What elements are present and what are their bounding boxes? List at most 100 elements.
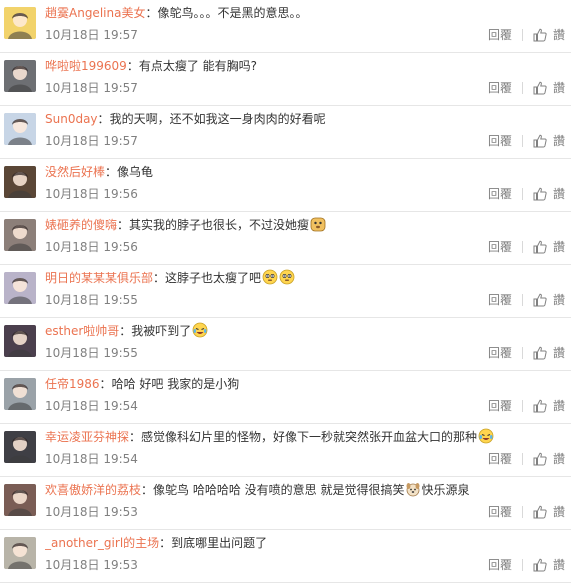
comment-actions: 回覆 讚 [488,184,565,204]
thumbs-up-icon [533,187,547,201]
username-link[interactable]: 趙霙Angelina美女 [45,6,145,20]
like-button[interactable]: 讚 [533,131,565,151]
username-link[interactable]: _another_girl的主场 [45,536,159,550]
colon: ： [129,430,142,444]
comment-item: 任帝1986：哈哈 好吧 我家的是小狗 10月18日 19:54 回覆 讚 [0,371,571,424]
avatar[interactable] [4,113,36,145]
reply-button[interactable]: 回覆 [488,78,512,98]
like-label: 讚 [552,240,565,254]
thumbs-up-icon [533,452,547,466]
comment-body: _another_girl的主场：到底哪里出问题了 [45,533,561,553]
comment-text: 像鸵鸟 哈哈哈哈 没有喷的意思 就是觉得很搞笑 [153,483,405,497]
comment-actions: 回覆 讚 [488,78,565,98]
colon: ： [117,218,130,232]
reply-button[interactable]: 回覆 [488,131,512,151]
comment-item: 没然后好棒：像乌龟 10月18日 19:56 回覆 讚 [0,159,571,212]
username-link[interactable]: 幸运凌亚芬神探 [45,430,129,444]
divider [521,188,523,200]
like-button[interactable]: 讚 [533,502,565,522]
like-button[interactable]: 讚 [533,449,565,469]
like-label: 讚 [552,452,565,466]
divider [521,400,523,412]
comment-body: esther啦帅哥：我被吓到了 [45,321,561,341]
comment-time: 10月18日 19:56 [45,187,138,201]
reply-button[interactable]: 回覆 [488,343,512,363]
username-link[interactable]: 婊砸养的傻嗨 [45,218,117,232]
comment-text-after: 快乐源泉 [421,483,470,497]
avatar[interactable] [4,7,36,39]
reply-button[interactable]: 回覆 [488,25,512,45]
comment-text: 感觉像科幻片里的怪物，好像下一秒就突然张开血盆大口的那种 [141,430,478,444]
username-link[interactable]: 哗啦啦199609 [45,59,127,73]
reply-button[interactable]: 回覆 [488,449,512,469]
comment-body: 幸运凌亚芬神探：感觉像科幻片里的怪物，好像下一秒就突然张开血盆大口的那种 [45,427,561,447]
divider [521,559,523,571]
comment-text: 到底哪里出问题了 [171,536,268,550]
thumbs-up-icon [533,346,547,360]
colon: ： [159,536,172,550]
comment-time: 10月18日 19:54 [45,399,138,413]
avatar[interactable] [4,537,36,569]
comment-actions: 回覆 讚 [488,449,565,469]
like-label: 讚 [552,28,565,42]
colon: ： [153,271,166,285]
thumbs-up-icon [533,81,547,95]
like-label: 讚 [552,346,565,360]
colon: ： [141,483,154,497]
comment-time: 10月18日 19:57 [45,81,138,95]
like-button[interactable]: 讚 [533,555,565,575]
comment-text: 像乌龟 [117,165,154,179]
thumbs-up-icon [533,240,547,254]
comment-text: 我被吓到了 [131,324,192,338]
avatar[interactable] [4,60,36,92]
colon: ： [105,165,118,179]
comment-body: 趙霙Angelina美女：像鸵鸟。。。不是黑的意思。。 [45,3,561,23]
like-button[interactable]: 讚 [533,237,565,257]
comment-actions: 回覆 讚 [488,396,565,416]
thumbs-up-icon [533,505,547,519]
avatar[interactable] [4,378,36,410]
thumbs-up-icon [533,293,547,307]
colon: ： [97,112,110,126]
comment-time: 10月18日 19:56 [45,240,138,254]
reply-button[interactable]: 回覆 [488,237,512,257]
like-button[interactable]: 讚 [533,290,565,310]
comment-time: 10月18日 19:55 [45,293,138,307]
comment-body: 婊砸养的傻嗨：其实我的脖子也很长，不过没她瘦 [45,215,561,235]
comment-time: 10月18日 19:57 [45,134,138,148]
username-link[interactable]: 任帝1986 [45,377,100,391]
avatar[interactable] [4,325,36,357]
like-button[interactable]: 讚 [533,184,565,204]
like-button[interactable]: 讚 [533,343,565,363]
reply-button[interactable]: 回覆 [488,555,512,575]
like-button[interactable]: 讚 [533,396,565,416]
reply-button[interactable]: 回覆 [488,290,512,310]
avatar[interactable] [4,431,36,463]
reply-button[interactable]: 回覆 [488,184,512,204]
username-link[interactable]: Sun0day [45,112,98,126]
comment-body: 没然后好棒：像乌龟 [45,162,561,182]
avatar[interactable] [4,166,36,198]
username-link[interactable]: 明日的某某某俱乐部 [45,271,153,285]
avatar[interactable] [4,272,36,304]
like-button[interactable]: 讚 [533,25,565,45]
like-label: 讚 [552,399,565,413]
comment-body: 任帝1986：哈哈 好吧 我家的是小狗 [45,374,561,394]
comment-list: 趙霙Angelina美女：像鸵鸟。。。不是黑的意思。。 10月18日 19:57 回… [0,0,571,583]
colon: ： [145,6,158,20]
comment-actions: 回覆 讚 [488,25,565,45]
avatar[interactable] [4,484,36,516]
reply-button[interactable]: 回覆 [488,396,512,416]
comment-item: 哗啦啦199609：有点太瘦了 能有胸吗? 10月18日 19:57 回覆讚 [0,53,571,106]
username-link[interactable]: 没然后好棒 [45,165,105,179]
comment-item: esther啦帅哥：我被吓到了 10月18日 19:55 回覆 讚 [0,318,571,371]
avatar[interactable] [4,219,36,251]
username-link[interactable]: 欢喜傲娇洋的荔枝 [45,483,141,497]
divider [521,29,523,41]
like-button[interactable]: 讚 [533,78,565,98]
cold-sweat-emoji [261,269,278,285]
like-label: 讚 [552,558,565,572]
username-link[interactable]: esther啦帅哥 [45,324,119,338]
reply-button[interactable]: 回覆 [488,502,512,522]
comment-body: Sun0day：我的天啊，还不如我这一身肉肉的好看呢 [45,109,561,129]
